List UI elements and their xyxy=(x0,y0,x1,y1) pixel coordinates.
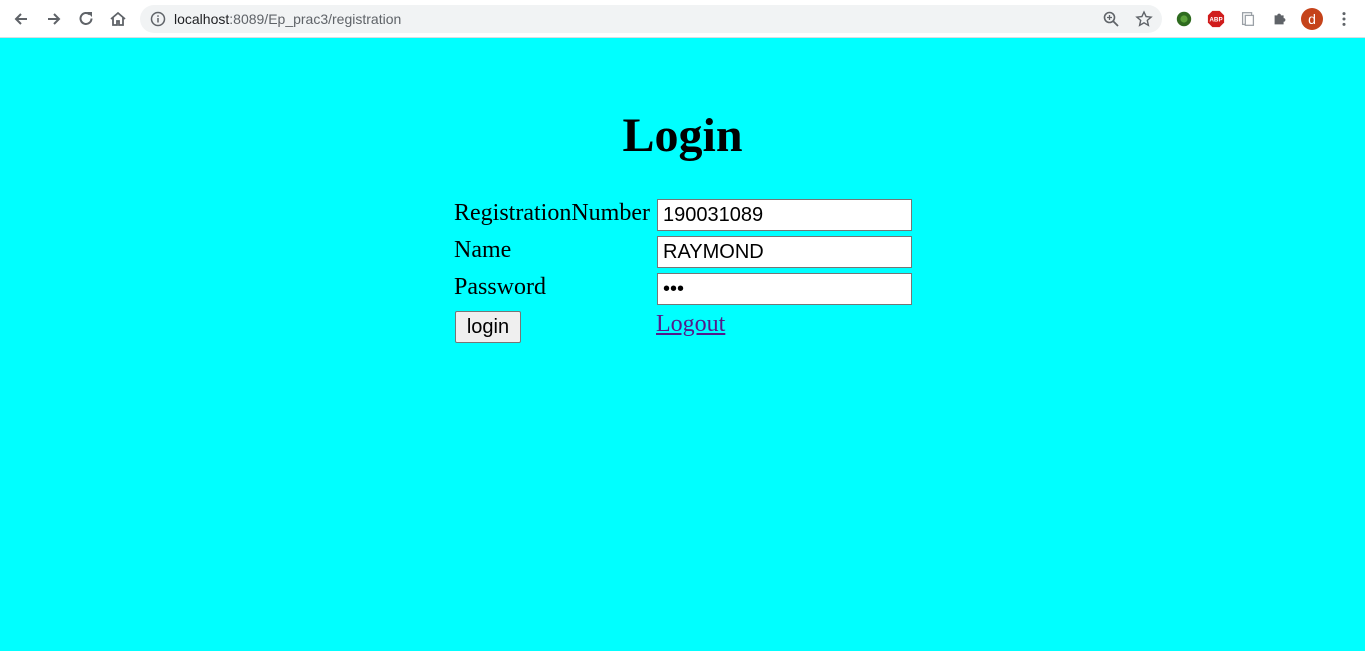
reload-icon[interactable] xyxy=(74,7,98,31)
site-info-icon[interactable] xyxy=(150,11,166,27)
svg-text:ABP: ABP xyxy=(1209,17,1222,24)
url-path: :8089/Ep_prac3/registration xyxy=(229,11,402,27)
page-title: Login xyxy=(622,109,743,162)
bookmark-star-icon[interactable] xyxy=(1135,10,1153,28)
active-tab-edge xyxy=(780,0,984,2)
url-host: localhost xyxy=(174,11,230,27)
back-icon[interactable] xyxy=(9,7,33,31)
extension-page-icon[interactable] xyxy=(1238,9,1258,29)
browser-toolbar: localhost:8089/Ep_prac3/registration ABP… xyxy=(0,0,1365,38)
logout-link[interactable]: Logout xyxy=(656,311,725,338)
address-bar[interactable]: localhost:8089/Ep_prac3/registration xyxy=(140,5,1162,33)
adblock-icon[interactable]: ABP xyxy=(1206,9,1226,29)
registration-number-input[interactable] xyxy=(657,199,912,231)
password-label: Password xyxy=(454,274,547,300)
profile-avatar[interactable]: d xyxy=(1301,8,1323,30)
extensions-puzzle-icon[interactable] xyxy=(1270,9,1290,29)
extension-green-icon[interactable] xyxy=(1174,9,1194,29)
name-label: Name xyxy=(454,237,512,263)
zoom-icon[interactable] xyxy=(1102,10,1120,28)
login-button[interactable]: login xyxy=(455,311,521,343)
url-text[interactable]: localhost:8089/Ep_prac3/registration xyxy=(174,11,401,27)
forward-icon[interactable] xyxy=(42,7,66,31)
name-input[interactable] xyxy=(657,236,912,268)
password-input[interactable] xyxy=(657,273,912,305)
registration-number-label: RegistrationNumber xyxy=(454,200,650,226)
menu-kebab-icon[interactable] xyxy=(1334,9,1354,29)
home-icon[interactable] xyxy=(106,7,130,31)
